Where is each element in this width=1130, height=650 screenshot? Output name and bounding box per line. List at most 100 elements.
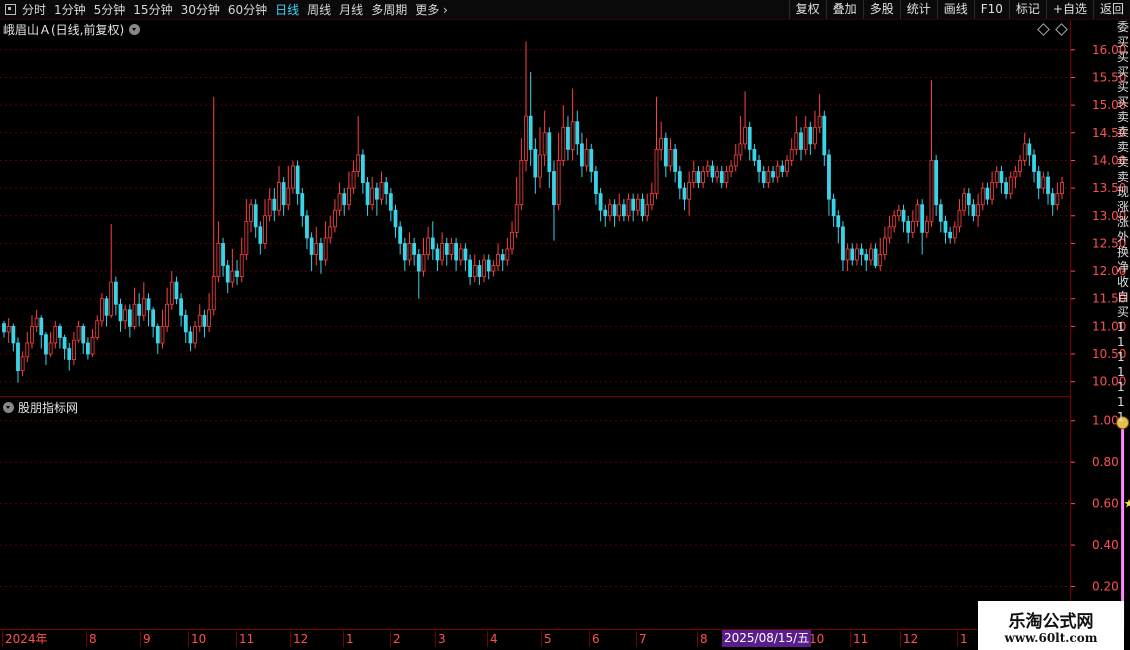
candle-body xyxy=(719,171,724,183)
period-tab[interactable]: 更多 › xyxy=(415,1,448,18)
candle-body xyxy=(514,204,519,233)
candle-body xyxy=(197,314,202,327)
period-tab[interactable]: 日线 xyxy=(275,1,299,18)
quote-label: 买 xyxy=(1117,95,1130,109)
candle-body xyxy=(701,171,706,183)
candle-body xyxy=(118,303,123,322)
toolbar-button[interactable]: 多股 xyxy=(862,0,900,19)
candle-body xyxy=(374,187,379,200)
candle-body xyxy=(645,204,650,217)
candle-body xyxy=(733,154,738,167)
candle-body xyxy=(813,126,817,145)
candle-body xyxy=(794,132,799,150)
toolbar-button[interactable]: F10 xyxy=(973,0,1009,19)
candle-body xyxy=(500,254,505,261)
candle-body xyxy=(109,281,114,316)
period-tab[interactable]: 分时 xyxy=(22,1,46,18)
chart-title[interactable]: 峨眉山Ａ(日线,前复权) xyxy=(3,21,141,38)
candle-body xyxy=(575,121,580,145)
candle-body xyxy=(25,342,30,358)
period-tab[interactable]: 15分钟 xyxy=(133,1,172,18)
period-tab[interactable]: 5分钟 xyxy=(94,1,126,18)
candle-body xyxy=(631,198,636,211)
quote-label: 卖 xyxy=(1117,140,1130,154)
candle-body xyxy=(202,314,207,327)
candle-body xyxy=(85,342,90,355)
diamond-icon[interactable] xyxy=(1037,23,1050,36)
candle-body xyxy=(155,325,160,344)
period-tab[interactable]: 周线 xyxy=(307,1,331,18)
period-tab[interactable]: 1分钟 xyxy=(54,1,86,18)
candle-body xyxy=(11,325,16,344)
quote-label: 1 xyxy=(1117,410,1125,424)
toolbar-button[interactable]: 叠加 xyxy=(825,0,863,19)
date-tick-label: 10 xyxy=(188,631,206,647)
quote-label: 卖 xyxy=(1117,125,1130,139)
candle-body xyxy=(58,325,62,338)
candle-body xyxy=(943,220,948,233)
candle-body xyxy=(696,171,701,183)
candle-body xyxy=(1055,193,1060,206)
toolbar-button[interactable]: 标记 xyxy=(1008,0,1046,19)
candle-body xyxy=(337,193,342,211)
candle-body xyxy=(496,254,500,266)
candle-body xyxy=(971,204,976,217)
candle-body xyxy=(855,248,859,261)
candle-body xyxy=(850,248,855,261)
candle-body xyxy=(808,126,813,145)
quote-label: 买 xyxy=(1117,305,1130,319)
candle-body xyxy=(388,193,393,211)
candle-body xyxy=(831,198,836,217)
candle-body xyxy=(524,115,528,161)
candle-body xyxy=(556,160,561,206)
date-tick-label: 11 xyxy=(236,631,254,647)
candle-body xyxy=(309,237,314,255)
quote-label: 卖 xyxy=(1117,155,1130,169)
candle-body xyxy=(295,165,300,195)
indicator-tick-label: 0.40 xyxy=(1092,538,1119,552)
candle-body xyxy=(635,198,640,211)
period-tab[interactable]: 30分钟 xyxy=(181,1,220,18)
toolbar-button[interactable]: 复权 xyxy=(788,0,826,19)
candle-body xyxy=(528,115,533,150)
indicator-title[interactable]: 股朋指标网 xyxy=(3,399,78,416)
quote-label: 买 xyxy=(1117,80,1130,94)
quote-label: 外 xyxy=(1117,230,1130,244)
candle-body xyxy=(910,220,915,233)
candle-body xyxy=(1060,182,1064,195)
panel-divider xyxy=(0,396,1070,397)
chevron-down-icon[interactable] xyxy=(3,402,14,413)
candle-body xyxy=(81,325,86,344)
candle-body xyxy=(980,187,985,206)
toolbar-button[interactable]: 返回 xyxy=(1092,0,1130,19)
period-tab[interactable]: 多周期 xyxy=(371,1,407,18)
candle-body xyxy=(370,187,375,206)
candle-body xyxy=(430,237,435,250)
quote-label: 1 xyxy=(1117,365,1125,379)
candle-body xyxy=(1008,176,1013,195)
candle-body xyxy=(365,182,370,206)
diamond-icon[interactable] xyxy=(1055,23,1068,36)
toolbar-button[interactable]: 画线 xyxy=(936,0,974,19)
quote-label: 换 xyxy=(1117,245,1130,259)
toolbar-button[interactable]: 统计 xyxy=(899,0,937,19)
candle-body xyxy=(53,325,58,344)
candle-body xyxy=(663,137,668,167)
chevron-down-icon[interactable] xyxy=(129,24,141,35)
quote-label: 涨 xyxy=(1117,200,1130,214)
date-tick-label: 12 xyxy=(290,631,308,647)
candle-body xyxy=(612,204,617,217)
period-tab[interactable]: 60分钟 xyxy=(228,1,267,18)
candle-body xyxy=(272,198,277,211)
candle-body xyxy=(594,171,598,195)
layout-icon[interactable] xyxy=(5,4,16,15)
toolbar-button[interactable]: +自选 xyxy=(1045,0,1093,19)
date-tick-label: 3 xyxy=(435,631,446,647)
candle-body xyxy=(491,265,496,272)
period-tab[interactable]: 月线 xyxy=(339,1,363,18)
candle-body xyxy=(258,226,263,244)
quote-label: 1 xyxy=(1117,380,1125,394)
candle-body xyxy=(598,193,603,211)
candle-body xyxy=(239,254,244,278)
candle-body xyxy=(976,204,981,217)
